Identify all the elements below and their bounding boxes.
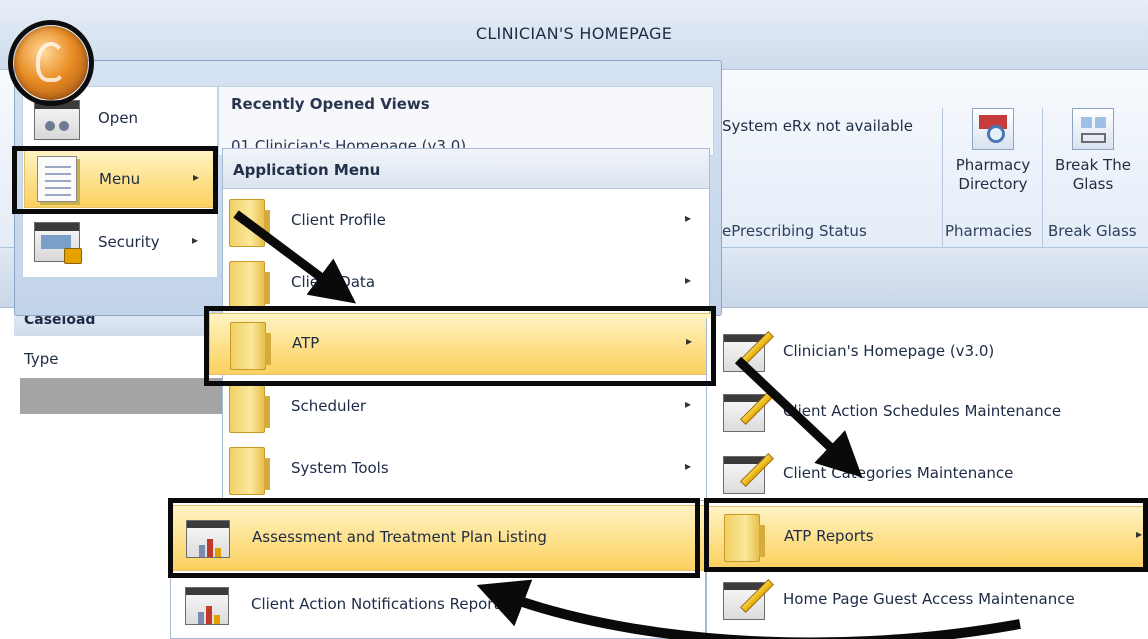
- pharmacy-directory-line2: Directory: [958, 175, 1028, 193]
- submenu-arrow-icon: ▸: [685, 211, 692, 225]
- client-action-notifications-report-label: Client Action Notifications Report: [251, 595, 500, 613]
- ribbon-separator: [942, 108, 943, 258]
- selected-row[interactable]: [20, 378, 224, 414]
- home-page-guest-access-label: Home Page Guest Access Maintenance: [783, 590, 1075, 608]
- open-label: Open: [98, 109, 139, 127]
- submenu-arrow-icon: ▸: [686, 334, 693, 348]
- atp-menu-item[interactable]: ATP ▸: [209, 313, 715, 375]
- lock-icon: [64, 248, 82, 264]
- atp-label: ATP: [292, 334, 320, 352]
- ribbon-separator: [1042, 108, 1043, 258]
- client-action-schedules-label: Client Action Schedules Maintenance: [783, 402, 1062, 420]
- client-profile-menu-item[interactable]: Client Profile ▸: [223, 191, 709, 253]
- folder-icon: [229, 385, 270, 433]
- system-tools-menu-item[interactable]: System Tools ▸: [223, 439, 709, 501]
- atp-reports-submenu: Assessment and Treatment Plan Listing Cl…: [170, 500, 706, 639]
- atp-reports-label: ATP Reports: [784, 527, 874, 545]
- client-data-label: Client Data: [291, 273, 376, 291]
- folder-icon: [229, 199, 270, 247]
- folder-icon: [229, 447, 270, 495]
- submenu-arrow-icon: ▸: [1136, 527, 1143, 541]
- erx-status-text: System eRx not available: [722, 117, 914, 135]
- binoculars-window-icon: [34, 100, 80, 140]
- type-column-header[interactable]: Type: [24, 350, 58, 368]
- client-action-schedules-menu-item[interactable]: Client Action Schedules Maintenance: [707, 382, 1148, 444]
- atp-submenu: Clinician's Homepage (v3.0) Client Actio…: [706, 318, 1148, 639]
- pharmacy-magnifier-icon: [972, 108, 1014, 150]
- submenu-arrow-icon: ▸: [685, 459, 692, 473]
- clinicians-homepage-menu-item[interactable]: Clinician's Homepage (v3.0): [707, 322, 1148, 384]
- atp-reports-menu-item[interactable]: ATP Reports ▸: [707, 506, 1148, 568]
- eprescribing-group-label: ePrescribing Status: [722, 222, 867, 240]
- submenu-arrow-icon: ▸: [685, 273, 692, 287]
- application-menu: Application Menu Client Profile ▸ Client…: [209, 148, 715, 506]
- folder-icon: [230, 322, 271, 370]
- report-chart-icon: [185, 587, 229, 625]
- security-label: Security: [98, 233, 160, 251]
- client-profile-label: Client Profile: [291, 211, 386, 229]
- application-window: CLINICIAN'S HOMEPAGE System eRx not avai…: [0, 0, 1148, 639]
- application-menu-header: Application Menu: [223, 149, 709, 189]
- pharmacy-directory-button[interactable]: Pharmacy Directory: [948, 108, 1038, 194]
- menu-label: Menu: [99, 170, 141, 188]
- system-tools-label: System Tools: [291, 459, 389, 477]
- break-the-glass-line2: Glass: [1072, 175, 1114, 193]
- orb-highlight-ring: [8, 20, 94, 106]
- scheduler-menu-item[interactable]: Scheduler ▸: [223, 377, 709, 439]
- scheduler-label: Scheduler: [291, 397, 367, 415]
- break-glass-group-label: Break Glass: [1048, 222, 1137, 240]
- clinicians-homepage-label: Clinician's Homepage (v3.0): [783, 342, 995, 360]
- submenu-arrow-icon: ▸: [192, 233, 199, 247]
- folder-icon: [724, 514, 765, 562]
- folder-icon: [229, 261, 270, 309]
- break-the-glass-button[interactable]: Break The Glass: [1046, 108, 1140, 194]
- home-page-guest-access-menu-item[interactable]: Home Page Guest Access Maintenance: [707, 570, 1148, 632]
- break-the-glass-line1: Break The: [1055, 156, 1131, 174]
- client-categories-label: Client Categories Maintenance: [783, 464, 1014, 482]
- client-categories-menu-item[interactable]: Client Categories Maintenance: [707, 444, 1148, 506]
- assessment-treatment-plan-listing-label: Assessment and Treatment Plan Listing: [252, 528, 547, 546]
- glass-window-icon: [1072, 108, 1114, 150]
- window-title: CLINICIAN'S HOMEPAGE: [475, 24, 673, 43]
- submenu-arrow-icon: ▸: [685, 397, 692, 411]
- recently-opened-header: Recently Opened Views: [231, 95, 430, 113]
- pharmacies-group-label: Pharmacies: [945, 222, 1032, 240]
- submenu-arrow-icon: ▸: [193, 170, 200, 184]
- client-action-notifications-report-menu-item[interactable]: Client Action Notifications Report: [171, 573, 705, 639]
- menu-menu-item[interactable]: Menu ▸: [24, 150, 216, 208]
- assessment-treatment-plan-listing-menu-item[interactable]: Assessment and Treatment Plan Listing: [171, 505, 705, 571]
- pharmacy-directory-line1: Pharmacy: [955, 156, 1031, 174]
- security-menu-item[interactable]: Security ▸: [24, 214, 216, 272]
- report-chart-icon: [186, 520, 230, 558]
- recently-opened-panel: Recently Opened Views 01 Clinician's Hom…: [218, 86, 714, 156]
- client-data-menu-item[interactable]: Client Data ▸: [223, 253, 709, 315]
- document-list-icon: [37, 156, 77, 202]
